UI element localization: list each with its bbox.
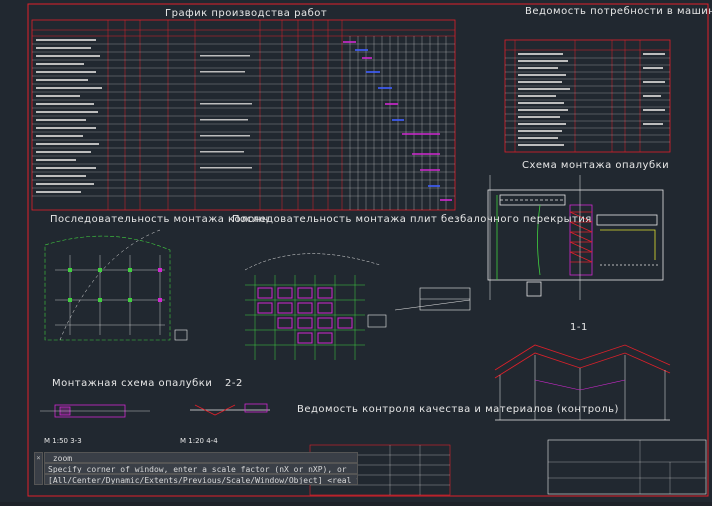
section-11-title: 1-1	[570, 322, 588, 333]
scheme-title: Схема монтажа опалубки	[522, 160, 669, 171]
command-prompt-line: Specify corner of window, enter a scale …	[44, 463, 358, 474]
drawing-canvas[interactable]: График производства работ Ведомость потр…	[0, 0, 712, 502]
command-line-close-icon[interactable]: ×	[34, 452, 43, 485]
section-33	[40, 404, 150, 418]
columns-plan	[44, 229, 188, 341]
detail-node	[394, 287, 471, 311]
cad-drawing: График производства работ Ведомость потр…	[27, 3, 712, 497]
section-left-title: Монтажная схема опалубки	[52, 378, 212, 389]
formwork-scheme	[487, 175, 664, 300]
schedule-title: График производства работ	[165, 8, 327, 19]
section-44	[190, 403, 270, 416]
sheet-frame	[27, 3, 709, 497]
command-input[interactable]: [All/Center/Dynamic/Extents/Previous/Sca…	[44, 474, 358, 485]
slabs-plan	[244, 253, 387, 360]
title-block	[309, 439, 707, 496]
seq-center-title: Последовательность монтажа плит безбалоч…	[232, 214, 592, 225]
scale-33: М 1:50 3-3	[44, 437, 82, 445]
schedule-table	[31, 19, 456, 211]
section-22-title: 2-2	[225, 378, 243, 389]
scale-44: М 1:20 4-4	[180, 437, 218, 445]
qa-title: Ведомость контроля качества и материалов…	[297, 404, 619, 415]
command-history: _zoom	[44, 452, 358, 463]
needs-table	[504, 39, 671, 153]
needs-title: Ведомость потребности в машинах, оборудо…	[525, 6, 712, 17]
